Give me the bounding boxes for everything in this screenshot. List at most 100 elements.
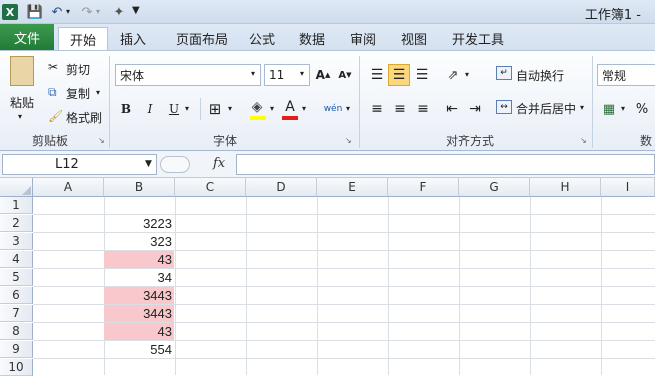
merge-dropdown-icon[interactable]: ▾ (580, 103, 584, 112)
tab-view[interactable]: 视图 (394, 27, 434, 50)
cell-b10[interactable] (104, 359, 174, 376)
cut-button[interactable]: 剪切 (66, 61, 90, 78)
align-middle-icon[interactable]: ☰ (388, 64, 410, 86)
column-header-h[interactable]: H (530, 178, 601, 197)
tab-home[interactable]: 开始 (58, 27, 108, 50)
name-box-dropdown-icon[interactable]: ▼ (145, 159, 152, 169)
font-color-icon[interactable]: A (282, 96, 298, 118)
row-header-1[interactable]: 1 (0, 197, 33, 214)
align-center-icon[interactable]: ≡ (390, 98, 410, 120)
align-top-icon[interactable]: ☰ (367, 64, 387, 86)
font-size-dropdown-icon[interactable]: ▾ (300, 69, 304, 78)
grow-font-button[interactable]: A ▲ (315, 64, 331, 86)
customize-quick-access-icon[interactable]: ▼ (132, 5, 140, 16)
name-box[interactable]: L12 (2, 154, 157, 175)
excel-app-icon[interactable]: X (2, 4, 18, 20)
cell-b3[interactable]: 323 (104, 233, 174, 250)
tab-insert[interactable]: 插入 (112, 27, 154, 50)
column-header-i[interactable]: I (601, 178, 655, 197)
tools-icon[interactable]: ✦ (110, 3, 128, 21)
tab-data[interactable]: 数据 (292, 27, 332, 50)
file-tab[interactable]: 文件 (0, 24, 54, 50)
window-title: 工作簿1 - (584, 8, 641, 23)
merge-center-button[interactable]: 合并后居中 (516, 100, 576, 117)
formula-input[interactable] (236, 154, 655, 175)
row-header-6[interactable]: 6 (0, 287, 33, 304)
column-header-b[interactable]: B (104, 178, 175, 197)
tab-review[interactable]: 审阅 (343, 27, 383, 50)
redo-icon[interactable]: ↷ (78, 3, 96, 21)
column-header-e[interactable]: E (317, 178, 388, 197)
paste-icon[interactable] (10, 56, 34, 86)
column-header-g[interactable]: G (459, 178, 530, 197)
bold-button[interactable]: B (118, 98, 134, 120)
wrap-text-button[interactable]: 自动换行 (516, 67, 564, 84)
border-dropdown-icon[interactable]: ▾ (228, 104, 232, 113)
currency-dropdown-icon[interactable]: ▾ (621, 104, 625, 113)
increase-indent-icon[interactable]: ⇥ (465, 98, 485, 120)
font-name-dropdown-icon[interactable]: ▾ (251, 69, 255, 78)
save-icon[interactable]: 💾 (26, 3, 44, 21)
row-header-10[interactable]: 10 (0, 359, 33, 376)
font-color-dropdown-icon[interactable]: ▾ (302, 104, 306, 113)
percent-button[interactable]: % (634, 98, 650, 120)
column-header-c[interactable]: C (175, 178, 246, 197)
shrink-font-button[interactable]: A ▼ (337, 64, 353, 86)
column-header-d[interactable]: D (246, 178, 317, 197)
phonetic-dropdown-icon[interactable]: ▾ (346, 104, 350, 113)
number-format-select[interactable]: 常规 (597, 64, 655, 86)
font-name-select[interactable]: 宋体 (115, 64, 261, 86)
column-header-a[interactable]: A (33, 178, 104, 197)
orientation-dropdown-icon[interactable]: ▾ (465, 70, 469, 79)
formula-bar-resize-handle[interactable] (160, 156, 190, 173)
row-header-7[interactable]: 7 (0, 305, 33, 322)
worksheet-grid[interactable] (0, 178, 655, 375)
format-painter-button[interactable]: 格式刷 (66, 109, 102, 126)
font-name-value: 宋体 (120, 68, 145, 83)
column-header-f[interactable]: F (388, 178, 459, 197)
row-header-9[interactable]: 9 (0, 341, 33, 358)
cell-b4[interactable]: 43 (104, 251, 174, 268)
tab-formulas[interactable]: 公式 (244, 27, 280, 50)
paste-button[interactable]: 粘贴 (10, 94, 34, 111)
decrease-indent-icon[interactable]: ⇤ (442, 98, 462, 120)
row-header-2[interactable]: 2 (0, 215, 33, 232)
cell-b6[interactable]: 3443 (104, 287, 174, 304)
row-header-3[interactable]: 3 (0, 233, 33, 250)
cell-b2[interactable]: 3223 (104, 215, 174, 232)
border-icon[interactable]: ⊞ (206, 98, 224, 120)
tab-developer[interactable]: 开发工具 (446, 27, 510, 50)
undo-dropdown-icon[interactable]: ▾ (66, 7, 70, 16)
cell-b5[interactable]: 34 (104, 269, 174, 286)
row-header-5[interactable]: 5 (0, 269, 33, 286)
redo-dropdown-icon[interactable]: ▾ (96, 7, 100, 16)
align-bottom-icon[interactable]: ☰ (412, 64, 432, 86)
cell-b8[interactable]: 43 (104, 323, 174, 340)
cell-b7[interactable]: 3443 (104, 305, 174, 322)
fill-color-icon[interactable]: ◈ (248, 96, 266, 118)
font-launcher-icon[interactable]: ↘ (345, 136, 352, 145)
currency-format-icon[interactable]: ▦ (600, 98, 618, 120)
alignment-launcher-icon[interactable]: ↘ (580, 136, 587, 145)
phonetic-guide-icon[interactable]: wén (322, 98, 344, 120)
tab-page-layout[interactable]: 页面布局 (166, 27, 238, 50)
undo-icon[interactable]: ↶ (48, 3, 66, 21)
align-left-icon[interactable]: ≡ (367, 98, 387, 120)
copy-dropdown-icon[interactable]: ▾ (96, 88, 100, 97)
cell-b1[interactable] (104, 197, 174, 214)
underline-dropdown-icon[interactable]: ▾ (185, 104, 189, 113)
row-header-4[interactable]: 4 (0, 251, 33, 268)
fill-color-swatch (250, 116, 266, 120)
insert-function-icon[interactable]: fx (213, 156, 225, 171)
italic-button[interactable]: I (142, 98, 158, 120)
orientation-icon[interactable]: ⇗ (442, 64, 464, 86)
paste-dropdown-icon[interactable]: ▾ (18, 112, 22, 121)
row-header-8[interactable]: 8 (0, 323, 33, 340)
fill-color-dropdown-icon[interactable]: ▾ (270, 104, 274, 113)
align-right-icon[interactable]: ≡ (413, 98, 433, 120)
clipboard-launcher-icon[interactable]: ↘ (98, 136, 105, 145)
cell-b9[interactable]: 554 (104, 341, 174, 358)
copy-button[interactable]: 复制 (66, 85, 90, 102)
number-group-label: 数 (640, 134, 653, 148)
underline-button[interactable]: U (166, 98, 182, 120)
